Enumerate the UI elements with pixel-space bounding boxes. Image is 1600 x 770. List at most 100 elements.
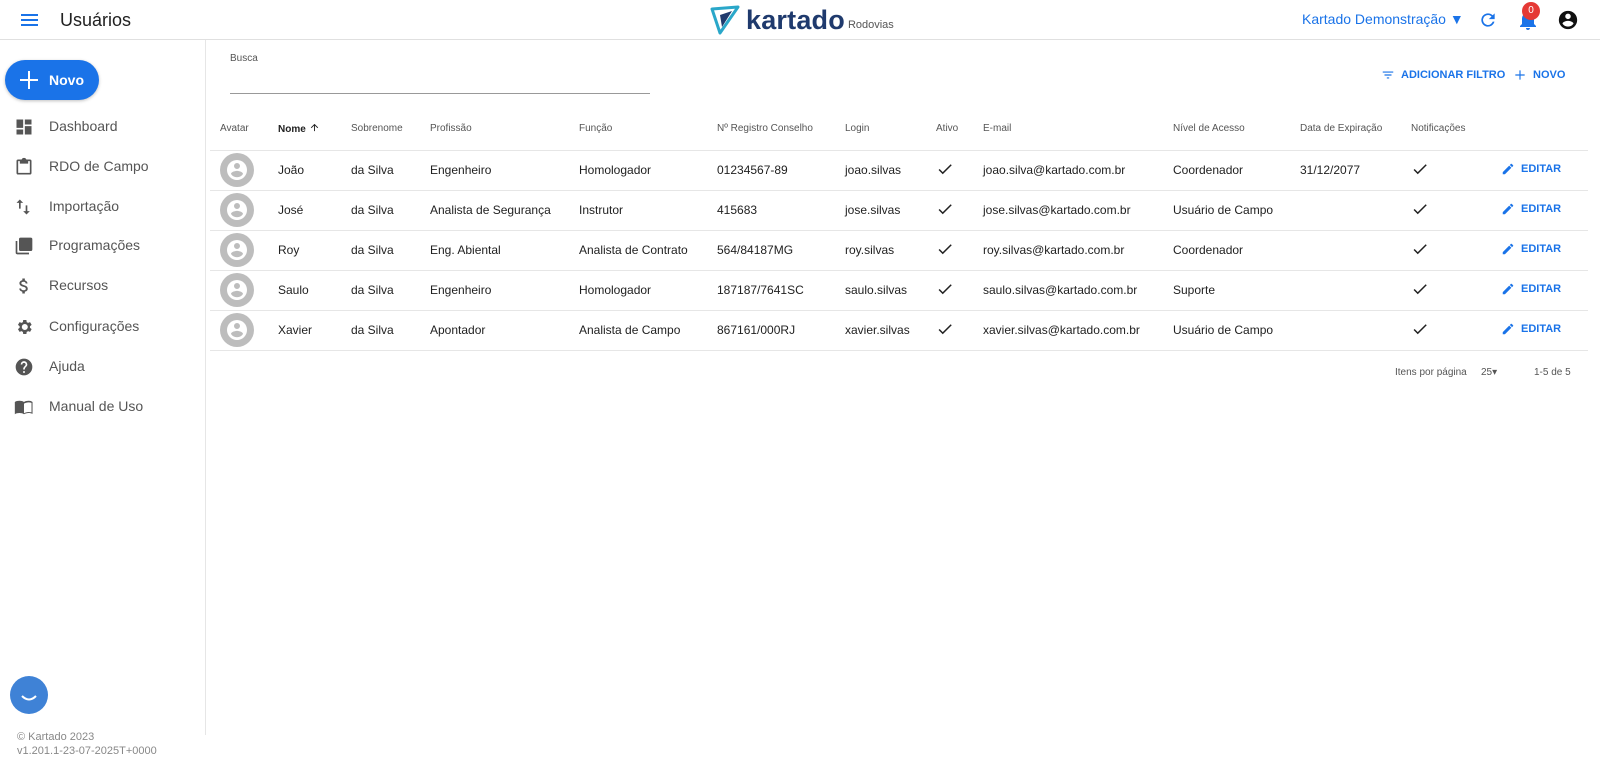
column-header[interactable]: Profissão <box>420 108 569 151</box>
organization-selector[interactable]: Kartado Demonstração ▼ <box>1302 11 1464 27</box>
cell-expiracao <box>1290 310 1401 351</box>
cell-login: joao.silvas <box>835 150 926 191</box>
sidebar-item-ajuda[interactable]: Ajuda <box>0 348 206 386</box>
avatar <box>220 313 254 347</box>
avatar-cell <box>210 310 268 351</box>
sidebar-item-dashboard[interactable]: Dashboard <box>0 108 206 146</box>
chat-support-button[interactable] <box>10 676 48 714</box>
cell-notificacoes <box>1401 190 1491 231</box>
column-header[interactable]: Data de Expiração <box>1290 108 1401 151</box>
avatar <box>220 193 254 227</box>
edit-button[interactable]: EDITAR <box>1501 282 1561 296</box>
cell-actions: EDITAR <box>1491 310 1588 351</box>
check-icon <box>936 203 954 221</box>
add-filter-label: ADICIONAR FILTRO <box>1401 69 1506 81</box>
check-icon <box>936 163 954 181</box>
cell-nome: Xavier <box>268 310 341 351</box>
sidebar-item-programacoes[interactable]: Programações <box>0 227 206 265</box>
column-header-sorted[interactable]: Nome <box>268 108 341 151</box>
cell-profissao: Engenheiro <box>420 270 569 311</box>
cell-nome: Roy <box>268 230 341 271</box>
avatar-cell <box>210 270 268 311</box>
edit-button[interactable]: EDITAR <box>1501 242 1561 256</box>
user-avatar-icon <box>227 320 247 340</box>
cell-sobrenome: da Silva <box>341 190 420 231</box>
gear-icon <box>17 320 32 334</box>
check-icon <box>936 243 954 261</box>
check-icon <box>1411 203 1429 221</box>
avatar <box>220 233 254 267</box>
cell-nivel: Coordenador <box>1163 150 1290 191</box>
add-new-button[interactable]: NOVO <box>1513 67 1565 83</box>
cell-nivel: Suporte <box>1163 270 1290 311</box>
column-header[interactable]: E-mail <box>973 108 1163 151</box>
table-row: Xavier da Silva Apontador Analista de Campo… <box>210 310 1588 351</box>
new-button[interactable]: Novo <box>5 60 99 100</box>
cell-nome: Saulo <box>268 270 341 311</box>
cell-registro: 187187/7641SC <box>707 270 835 311</box>
edit-button[interactable]: EDITAR <box>1501 202 1561 216</box>
cell-funcao: Analista de Contrato <box>569 230 707 271</box>
check-icon <box>936 283 954 301</box>
items-per-page-label: Itens por página <box>1395 367 1467 378</box>
cell-registro: 867161/000RJ <box>707 310 835 351</box>
check-icon <box>1411 163 1429 181</box>
cell-ativo <box>926 310 973 351</box>
edit-button[interactable]: EDITAR <box>1501 322 1561 336</box>
dashboard-icon <box>16 119 32 135</box>
sidebar-item-configuracoes[interactable]: Configurações <box>0 308 206 346</box>
cell-actions: EDITAR <box>1491 270 1588 311</box>
user-avatar-icon <box>227 280 247 300</box>
filter-icon <box>1382 71 1394 79</box>
cell-notificacoes <box>1401 230 1491 271</box>
cell-profissao: Eng. Abiental <box>420 230 569 271</box>
refresh-icon[interactable] <box>1478 10 1498 30</box>
footer-version: v1.201.1-23-07-2025T+0000 <box>17 745 157 757</box>
sidebar-item-label: Recursos <box>49 277 109 293</box>
column-header[interactable]: Nº Registro Conselho <box>707 108 835 151</box>
account-icon[interactable] <box>1557 9 1579 31</box>
column-header[interactable]: Login <box>835 108 926 151</box>
avatar <box>220 273 254 307</box>
footer-copyright: © Kartado 2023 <box>17 731 95 743</box>
cell-funcao: Homologador <box>569 270 707 311</box>
users-table: Avatar Nome Sobrenome Profissão Função N… <box>210 108 1588 351</box>
column-header[interactable]: Ativo <box>926 108 973 151</box>
check-icon <box>1411 243 1429 261</box>
column-header[interactable]: Sobrenome <box>341 108 420 151</box>
search-input[interactable] <box>230 70 650 94</box>
sidebar-item-label: Configurações <box>49 318 140 334</box>
column-header[interactable]: Nível de Acesso <box>1163 108 1290 151</box>
sidebar-item-importacao[interactable]: Importação <box>0 188 206 226</box>
column-header[interactable]: Função <box>569 108 707 151</box>
cell-sobrenome: da Silva <box>341 310 420 351</box>
sidebar-item-recursos[interactable]: Recursos <box>0 267 206 305</box>
sidebar: Novo Dashboard RDO de Campo Importação P… <box>0 40 206 735</box>
column-header: Avatar <box>210 108 268 151</box>
book-icon <box>14 400 33 415</box>
cell-email: saulo.silvas@kartado.com.br <box>973 270 1163 311</box>
help-icon <box>15 358 33 376</box>
table-header-row: Avatar Nome Sobrenome Profissão Função N… <box>210 108 1588 151</box>
sidebar-item-manual-de-uso[interactable]: Manual de Uso <box>0 388 206 426</box>
column-header[interactable]: Notificações <box>1401 108 1491 151</box>
menu-icon[interactable] <box>18 9 42 31</box>
sidebar-item-rdo-de-campo[interactable]: RDO de Campo <box>0 148 206 186</box>
edit-button[interactable]: EDITAR <box>1501 162 1561 176</box>
pencil-icon <box>1502 163 1514 174</box>
column-header-label: Nome <box>278 124 306 136</box>
cell-notificacoes <box>1401 310 1491 351</box>
cell-registro: 415683 <box>707 190 835 231</box>
pencil-icon <box>1502 203 1514 214</box>
cell-nome: José <box>268 190 341 231</box>
table-row: Roy da Silva Eng. Abiental Analista de Cont… <box>210 230 1588 271</box>
avatar <box>220 153 254 187</box>
cell-funcao: Instrutor <box>569 190 707 231</box>
cell-registro: 564/84187MG <box>707 230 835 271</box>
sidebar-item-label: Importação <box>49 198 120 214</box>
cell-profissao: Engenheiro <box>420 150 569 191</box>
items-per-page-select[interactable]: 25▾ <box>1481 367 1497 378</box>
add-filter-button[interactable]: ADICIONAR FILTRO <box>1381 67 1505 83</box>
cell-email: roy.silvas@kartado.com.br <box>973 230 1163 271</box>
plus-icon <box>1515 70 1525 80</box>
